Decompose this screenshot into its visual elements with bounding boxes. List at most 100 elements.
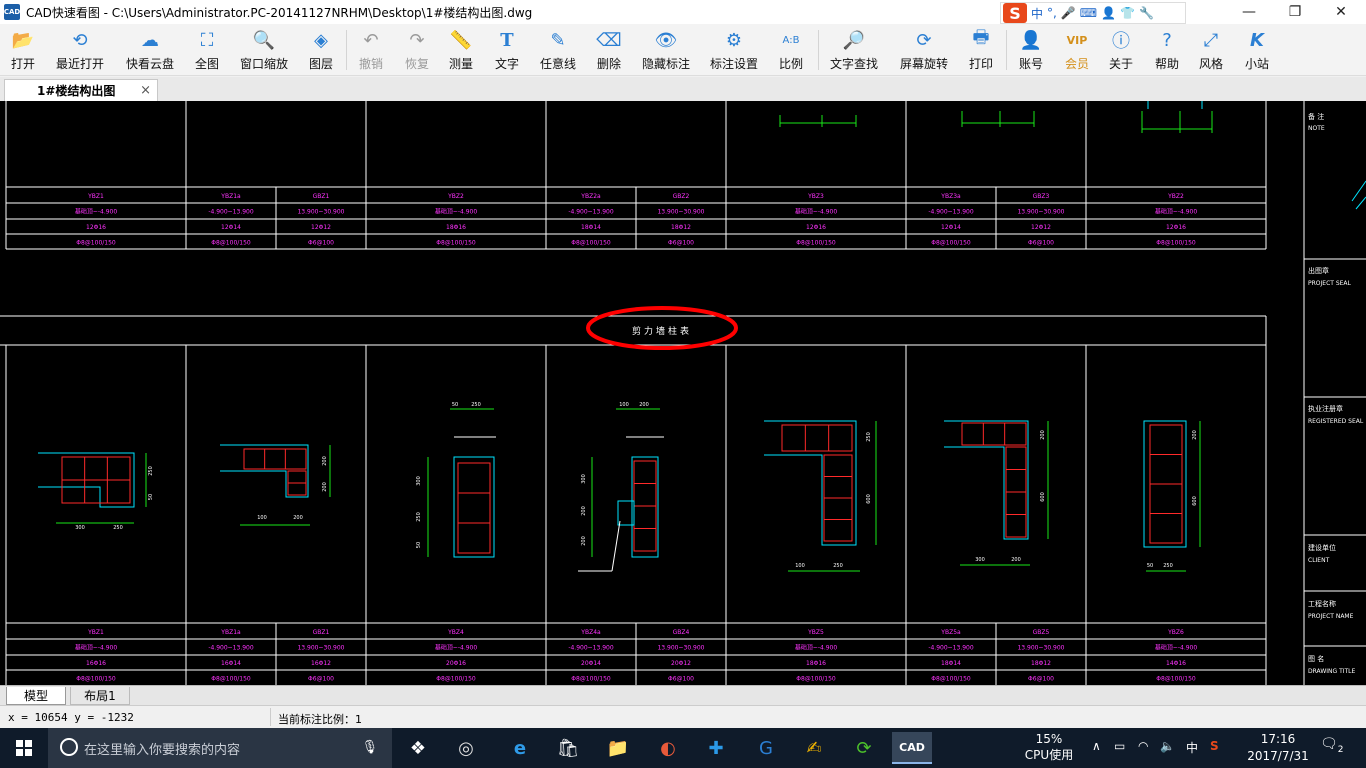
account-button[interactable]: 👤 账号 bbox=[1014, 26, 1048, 74]
dimension-label: 200 bbox=[1192, 430, 1198, 440]
k-logo-icon: K bbox=[1250, 29, 1264, 51]
zoom-window-button[interactable]: 🔍 窗口缩放 bbox=[236, 26, 292, 74]
text-button[interactable]: T 文字 bbox=[490, 26, 524, 74]
wrench-icon[interactable]: 🔧 bbox=[1139, 6, 1154, 20]
file-explorer-icon[interactable]: 📁 bbox=[598, 732, 638, 764]
close-tab-icon[interactable]: × bbox=[140, 83, 151, 98]
scale-button[interactable]: A:B 比例 bbox=[774, 26, 808, 74]
drawing-canvas[interactable]: 剪力墙柱表 300 250 250 50 100 200 200 200 300 250 50 50 2… bbox=[0, 101, 1366, 685]
notes-app-icon[interactable]: ✍ bbox=[794, 732, 834, 764]
model-tab[interactable]: 模型 bbox=[6, 687, 66, 705]
cell-elevations: -4.900~13.900 bbox=[208, 209, 254, 216]
text-search-button[interactable]: 🔎 文字查找 bbox=[826, 26, 882, 74]
sogou-logo-icon[interactable]: S bbox=[1003, 3, 1027, 23]
printer-icon: 🖶 bbox=[972, 27, 990, 48]
cell-rebars: 12Φ16 bbox=[806, 224, 826, 231]
ime-mode[interactable]: 中 bbox=[1031, 5, 1043, 22]
cell-elevations: -4.900~13.900 bbox=[928, 645, 974, 652]
app-green-icon[interactable]: ⟳ bbox=[844, 732, 884, 764]
help-button[interactable]: ? 帮助 bbox=[1150, 26, 1184, 74]
site-button[interactable]: K 小站 bbox=[1240, 26, 1274, 74]
cell-elevations: 基础顶~-4.900 bbox=[795, 208, 838, 216]
redo-button[interactable]: ↷ 恢复 bbox=[400, 26, 434, 74]
cloud-drive-button[interactable]: ☁ 快看云盘 bbox=[122, 26, 178, 74]
undo-button[interactable]: ↶ 撤销 bbox=[354, 26, 388, 74]
clock[interactable]: 17:16 2017/7/31 bbox=[1240, 731, 1316, 765]
mic-icon[interactable]: 🎙 bbox=[361, 740, 378, 755]
eraser-icon: ⌫ bbox=[596, 29, 622, 51]
cell-elevations: 基础顶~-4.900 bbox=[1155, 644, 1198, 652]
print-button[interactable]: 🖶 打印 bbox=[964, 26, 998, 74]
open-button[interactable]: 📂 打开 bbox=[4, 26, 42, 74]
tray-expand-icon[interactable]: ∧ bbox=[1092, 739, 1101, 753]
cell-names: GBZ1 bbox=[313, 193, 330, 200]
layers-button[interactable]: ◈ 图层 bbox=[304, 26, 338, 74]
ime-toolbar[interactable]: S 中 °, 🎤 ⌨ 👤 👕 🔧 bbox=[1000, 2, 1186, 24]
mic-icon[interactable]: 🎤 bbox=[1061, 6, 1076, 20]
title-en: DRAWING TITLE bbox=[1308, 668, 1356, 675]
wifi-icon[interactable]: ◠ bbox=[1138, 739, 1148, 753]
cloud-icon: ☁ bbox=[141, 29, 159, 51]
battery-icon[interactable]: ▭ bbox=[1114, 739, 1125, 753]
dimension-label: 200 bbox=[1011, 557, 1021, 563]
sogou-tray-icon[interactable]: S bbox=[1210, 739, 1219, 753]
app-plus-icon[interactable]: ✚ bbox=[696, 732, 736, 764]
rebar-cage bbox=[243, 448, 307, 470]
cell-elevations: 13.900~30.900 bbox=[657, 645, 704, 652]
cell-rebars: 16Φ16 bbox=[86, 660, 106, 667]
taskbar-search[interactable]: 在这里输入你要搜索的内容 🎙 bbox=[48, 728, 392, 768]
cell-rebars: 16Φ14 bbox=[221, 660, 241, 667]
cad-viewer-task-icon[interactable]: CAD bbox=[892, 732, 932, 764]
screen-rotate-button[interactable]: ⟳ 屏幕旋转 bbox=[896, 26, 952, 74]
dimension-label: 100 bbox=[619, 402, 629, 408]
user-icon[interactable]: 👤 bbox=[1101, 6, 1116, 20]
cell-names: YBZ2a bbox=[580, 193, 601, 200]
delete-button[interactable]: ⌫ 删除 bbox=[592, 26, 626, 74]
close-button[interactable]: ✕ bbox=[1318, 0, 1364, 24]
table-cells: YBZ1 YBZ1a GBZ1 YBZ2 YBZ2a GBZ2 YBZ3 YBZ3a GBZ3 Y… bbox=[75, 193, 1198, 683]
task-view-icon[interactable]: ❖ bbox=[398, 732, 438, 764]
store-icon[interactable]: 🛍 bbox=[548, 732, 588, 764]
restore-button[interactable]: ❐ bbox=[1272, 0, 1318, 24]
cell-names: YBZ2 bbox=[1167, 193, 1184, 200]
cell-elevations: 13.900~30.900 bbox=[297, 645, 344, 652]
measure-button[interactable]: 📏 测量 bbox=[444, 26, 478, 74]
cell-elevations: -4.900~13.900 bbox=[568, 209, 614, 216]
fit-all-button[interactable]: ⛶ 全图 bbox=[190, 26, 224, 74]
edge-browser-icon[interactable]: e bbox=[500, 732, 540, 764]
document-tab[interactable]: 1#楼结构出图 × bbox=[4, 79, 158, 101]
cell-stirrups: Φ6@100 bbox=[308, 240, 334, 247]
cell-stirrups: Φ8@100/150 bbox=[211, 676, 251, 683]
cpu-usage[interactable]: 15% CPU使用 bbox=[1020, 731, 1078, 763]
volume-icon[interactable]: 🔈 bbox=[1160, 739, 1175, 753]
shirt-icon[interactable]: 👕 bbox=[1120, 6, 1135, 20]
ime-punct[interactable]: °, bbox=[1047, 6, 1057, 20]
start-button[interactable] bbox=[0, 728, 48, 768]
hide-annotation-button[interactable]: 👁 隐藏标注 bbox=[638, 26, 694, 74]
cell-stirrups: Φ8@100/150 bbox=[436, 240, 476, 247]
cell-stirrups: Φ6@100 bbox=[668, 676, 694, 683]
dimension-label: 250 bbox=[471, 402, 481, 408]
app-g-icon[interactable]: G bbox=[746, 732, 786, 764]
cell-stirrups: Φ6@100 bbox=[1028, 676, 1054, 683]
dimension-label: 200 bbox=[293, 515, 303, 521]
cell-elevations: -4.900~13.900 bbox=[928, 209, 974, 216]
app-red-icon[interactable]: ◐ bbox=[648, 732, 688, 764]
freehand-line-button[interactable]: ✎ 任意线 bbox=[536, 26, 580, 74]
notification-center-icon[interactable]: 🗨2 bbox=[1320, 736, 1344, 755]
client-cn: 建设单位 bbox=[1308, 543, 1336, 552]
about-button[interactable]: ⓘ 关于 bbox=[1104, 26, 1138, 74]
cpu-label: CPU使用 bbox=[1024, 748, 1074, 762]
style-button[interactable]: ⤢ 风格 bbox=[1194, 26, 1228, 74]
vip-button[interactable]: VIP 会员 bbox=[1060, 26, 1094, 74]
app-swirl-icon[interactable]: ◎ bbox=[446, 732, 486, 764]
dimension-label: 300 bbox=[75, 525, 85, 531]
minimize-button[interactable]: — bbox=[1226, 0, 1272, 24]
annotation-settings-button[interactable]: ⚙ 标注设置 bbox=[706, 26, 762, 74]
keyboard-icon[interactable]: ⌨ bbox=[1080, 6, 1097, 20]
recent-open-button[interactable]: ⟲ 最近打开 bbox=[52, 26, 108, 74]
cell-rebars: 18Φ16 bbox=[446, 224, 466, 231]
input-language[interactable]: 中 bbox=[1186, 739, 1198, 756]
layout1-tab[interactable]: 布局1 bbox=[70, 687, 130, 705]
rebar-cage bbox=[961, 422, 1027, 446]
